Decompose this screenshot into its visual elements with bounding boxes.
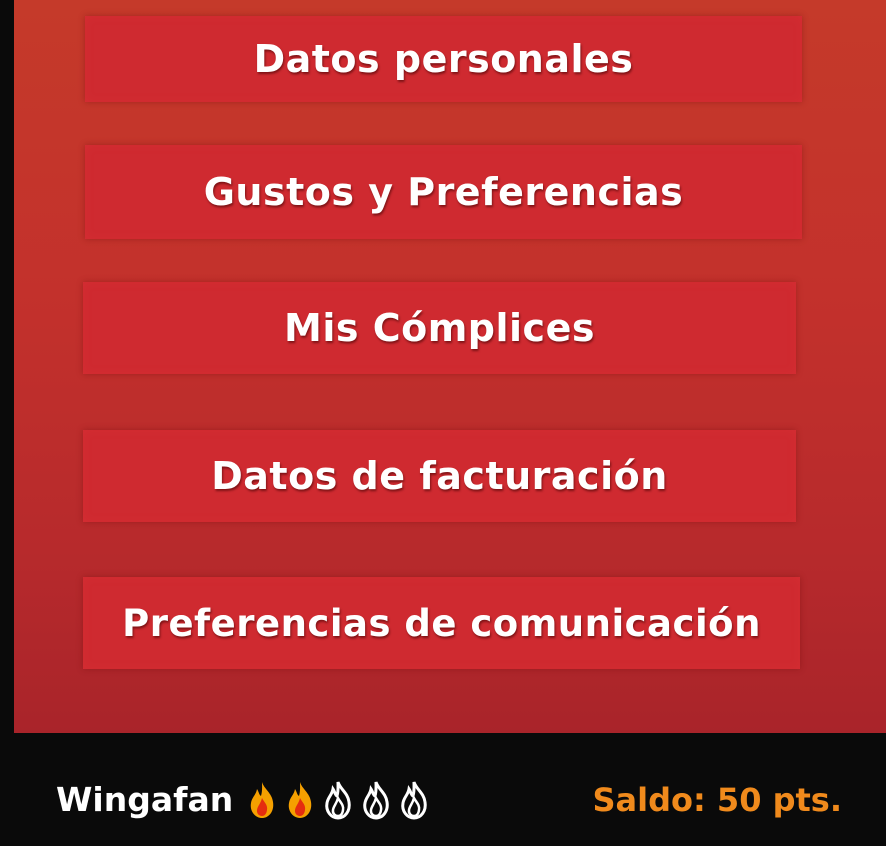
flame-icon <box>401 781 427 820</box>
level-rating <box>245 780 431 820</box>
gustos-preferencias-button[interactable]: Gustos y Preferencias <box>85 145 802 239</box>
account-menu-widget: Datos personales Gustos y Preferencias M… <box>0 0 886 846</box>
datos-facturacion-button[interactable]: Datos de facturación <box>83 430 796 522</box>
preferencias-comunicacion-button[interactable]: Preferencias de comunicación <box>83 577 800 669</box>
flame-icon <box>288 782 312 818</box>
datos-personales-button[interactable]: Datos personales <box>85 16 802 102</box>
username: Wingafan <box>56 780 234 819</box>
mis-complices-button[interactable]: Mis Cómplices <box>83 282 796 374</box>
flame-icon <box>325 781 351 820</box>
flame-icon <box>363 781 389 820</box>
flame-icon <box>250 782 274 818</box>
points-balance: Saldo: 50 pts. <box>592 781 842 819</box>
